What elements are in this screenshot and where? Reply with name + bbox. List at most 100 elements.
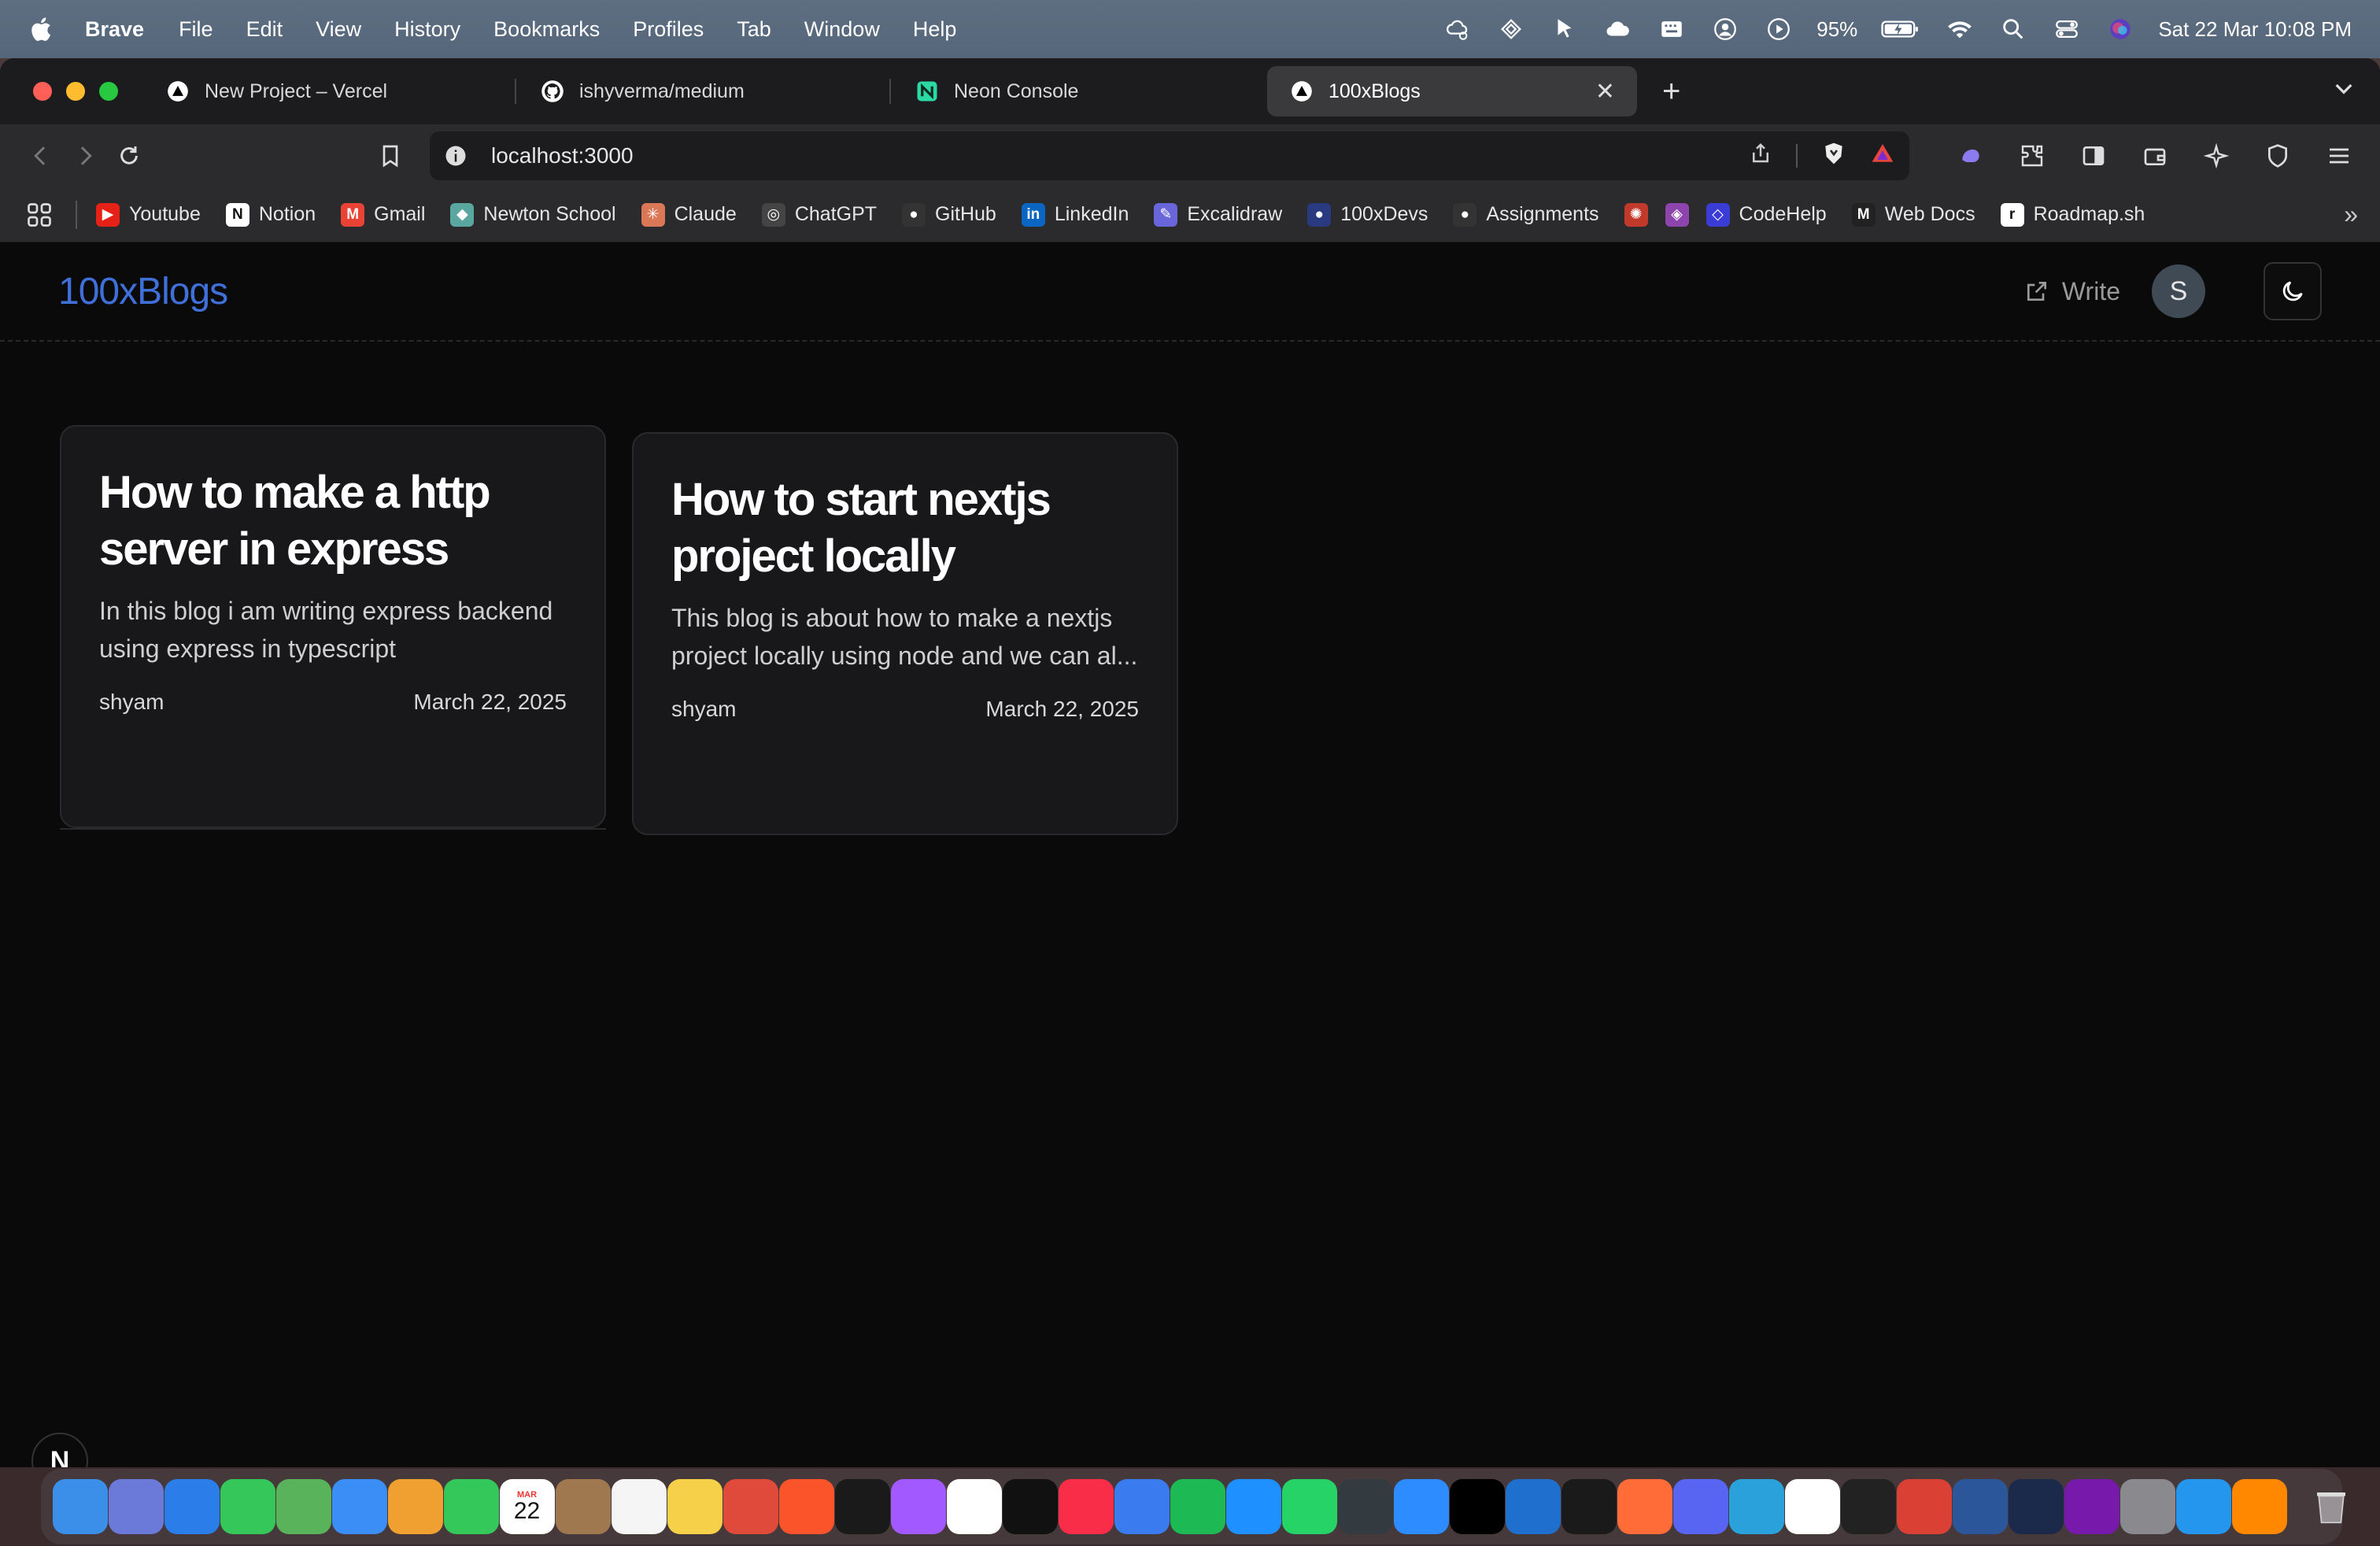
freeform-dock-icon[interactable] (946, 1479, 1002, 1534)
raycast-icon[interactable] (1495, 13, 1527, 45)
notion-dock-icon[interactable] (1784, 1479, 1840, 1534)
chrome-dock-icon[interactable] (722, 1479, 778, 1534)
wallet-icon[interactable] (2133, 134, 2177, 178)
bookmark-item[interactable]: ✺ (1624, 202, 1648, 227)
docker-dock-icon[interactable] (2175, 1479, 2231, 1534)
menu-file[interactable]: File (179, 17, 213, 42)
menu-help[interactable]: Help (913, 17, 957, 42)
siri-icon[interactable] (2105, 13, 2136, 45)
blog-card[interactable]: How to make a http server in express In … (60, 425, 606, 828)
back-button[interactable] (19, 134, 63, 178)
contacts-dock-icon[interactable] (555, 1479, 611, 1534)
weather-icon[interactable] (1442, 13, 1473, 45)
keynote-dock-icon[interactable] (1114, 1479, 1170, 1534)
menu-window[interactable]: Window (804, 17, 880, 42)
bookmark-item[interactable]: ▶ Youtube (96, 202, 201, 227)
theme-toggle-button[interactable] (2264, 262, 2322, 320)
todoist-dock-icon[interactable] (1896, 1479, 1952, 1534)
user-account-icon[interactable] (1709, 13, 1741, 45)
bookmark-item[interactable]: ● Assignments (1453, 202, 1599, 227)
menu-view[interactable]: View (316, 17, 361, 42)
bookmark-item[interactable]: N Notion (225, 202, 316, 227)
discord-dock-icon[interactable] (1672, 1479, 1728, 1534)
avatar[interactable]: S (2152, 264, 2205, 318)
bookmark-item[interactable]: M Web Docs (1851, 202, 1975, 227)
apps-grid-icon[interactable] (22, 198, 57, 232)
maps-dock-icon[interactable] (275, 1479, 331, 1534)
nextjs-dev-indicator[interactable]: N (31, 1433, 88, 1467)
mission-control-dock-icon[interactable] (1337, 1479, 1393, 1534)
app-store-dock-icon[interactable] (1225, 1479, 1281, 1534)
bookmark-item[interactable]: ◎ ChatGPT (761, 202, 877, 227)
brave-dock-icon[interactable] (778, 1479, 834, 1534)
bookmark-item[interactable]: ✎ Excalidraw (1154, 202, 1282, 227)
address-bar[interactable]: localhost:3000 (430, 131, 1909, 180)
minimize-window-button[interactable] (66, 82, 85, 101)
safari-dock-icon[interactable] (164, 1479, 220, 1534)
terminal-dock-icon[interactable] (2008, 1479, 2064, 1534)
brave-rewards-icon[interactable] (1870, 141, 1895, 172)
tab-github-repo[interactable]: ishyverma/medium (518, 66, 891, 117)
close-window-button[interactable] (33, 82, 52, 101)
figma-dock-icon[interactable] (890, 1479, 946, 1534)
keyboard-icon[interactable] (1656, 13, 1687, 45)
url-text[interactable]: localhost:3000 (491, 143, 634, 168)
screen-recorder-dock-icon[interactable] (834, 1479, 890, 1534)
cursor-dock-icon[interactable] (1561, 1479, 1617, 1534)
system-settings-dock-icon[interactable] (2119, 1479, 2175, 1534)
leo-ai-icon[interactable] (1949, 134, 1993, 178)
apple-tv-dock-icon[interactable] (1002, 1479, 1058, 1534)
facetime-dock-icon[interactable] (443, 1479, 499, 1534)
vscode-dock-icon[interactable] (1505, 1479, 1561, 1534)
sidebar-toggle-icon[interactable] (2071, 134, 2116, 178)
whatsapp-dock-icon[interactable] (1281, 1479, 1337, 1534)
menu-history[interactable]: History (394, 17, 460, 42)
extensions-icon[interactable] (2010, 134, 2054, 178)
telegram-dock-icon[interactable] (1728, 1479, 1784, 1534)
bookmark-item[interactable]: ✳ Claude (641, 202, 737, 227)
vlc-dock-icon[interactable] (2231, 1479, 2287, 1534)
reminders-dock-icon[interactable] (611, 1479, 667, 1534)
blog-card[interactable]: How to start nextjs project locally This… (632, 432, 1178, 835)
photos-dock-icon[interactable] (387, 1479, 443, 1534)
bookmark-page-button[interactable] (368, 134, 412, 178)
launchpad-dock-icon[interactable] (108, 1479, 164, 1534)
messages-dock-icon[interactable] (220, 1479, 275, 1534)
new-tab-button[interactable]: + (1662, 74, 1680, 109)
brave-shields-icon[interactable] (1821, 141, 1846, 172)
bookmark-item[interactable]: ◇ CodeHelp (1706, 202, 1827, 227)
tab-100xblogs[interactable]: 100xBlogs ✕ (1267, 66, 1637, 117)
control-center-icon[interactable] (2051, 13, 2082, 45)
spotify-dock-icon[interactable] (1170, 1479, 1225, 1534)
play-icon[interactable] (1763, 13, 1794, 45)
menu-tab[interactable]: Tab (737, 17, 771, 42)
share-icon[interactable] (1749, 142, 1772, 171)
site-logo[interactable]: 100xBlogs (58, 270, 228, 313)
forward-button[interactable] (63, 134, 107, 178)
bookmark-item[interactable]: ● GitHub (902, 202, 996, 227)
close-tab-icon[interactable]: ✕ (1595, 78, 1615, 105)
battery-icon[interactable] (1879, 13, 1922, 45)
word-dock-icon[interactable] (1952, 1479, 2008, 1534)
tab-neon-console[interactable]: Neon Console (893, 66, 1262, 117)
notes-dock-icon[interactable] (667, 1479, 722, 1534)
write-button[interactable]: Write (2024, 277, 2120, 306)
menu-profiles[interactable]: Profiles (633, 17, 704, 42)
menu-edit[interactable]: Edit (246, 17, 283, 42)
vpn-shield-icon[interactable] (2256, 134, 2300, 178)
reload-button[interactable] (107, 134, 151, 178)
music-dock-icon[interactable] (1058, 1479, 1114, 1534)
trash-dock-icon[interactable] (2304, 1479, 2359, 1534)
bookmark-item[interactable]: ◈ (1665, 202, 1689, 227)
apple-menu-icon[interactable] (28, 13, 55, 45)
bookmark-item[interactable]: r Roadmap.sh (2000, 202, 2145, 227)
bookmark-item[interactable]: ◆ Newton School (450, 202, 616, 227)
spotlight-search-icon[interactable] (1998, 13, 2029, 45)
webstorm-dock-icon[interactable] (1449, 1479, 1505, 1534)
more-bookmarks-icon[interactable]: » (2344, 200, 2358, 229)
menu-app-name[interactable]: Brave (85, 17, 144, 42)
ai-sparkle-icon[interactable] (2194, 134, 2238, 178)
icloud-icon[interactable] (1602, 13, 1634, 45)
bookmark-item[interactable]: M Gmail (341, 202, 425, 227)
tab-vercel[interactable]: New Project – Vercel (143, 66, 516, 117)
